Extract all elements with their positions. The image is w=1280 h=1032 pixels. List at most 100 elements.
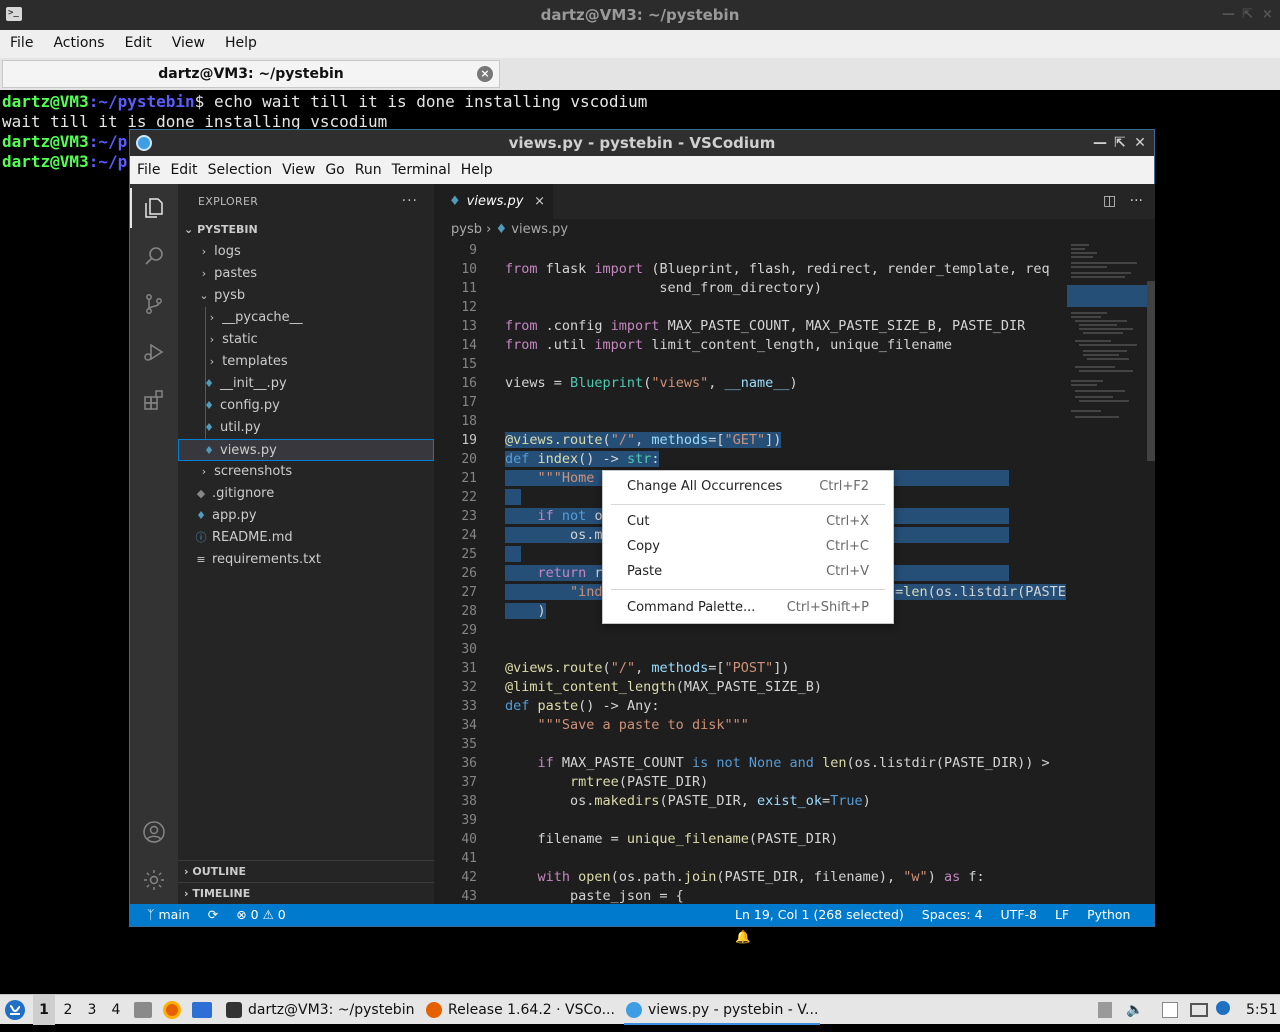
tree-folder-pysb[interactable]: ⌄ pysb xyxy=(178,285,434,307)
close-icon[interactable]: × xyxy=(1262,0,1273,30)
project-section[interactable]: ⌄ PYSTEBIN xyxy=(178,219,434,241)
outline-section[interactable]: › OUTLINE xyxy=(178,860,434,882)
explorer-icon[interactable] xyxy=(142,196,166,220)
line-number: 16 xyxy=(461,376,477,391)
terminal-menu-actions[interactable]: Actions xyxy=(43,30,114,56)
source-control-icon[interactable] xyxy=(142,292,166,316)
info-icon: ⓘ xyxy=(195,531,207,544)
taskbar-app-firefox[interactable]: Release 1.64.2 · VSCo... xyxy=(424,995,620,1025)
cursor-position[interactable]: Ln 19, Col 1 (268 selected) xyxy=(728,904,911,926)
ctx-cut[interactable]: Cut Ctrl+X xyxy=(603,509,893,534)
problems-status[interactable]: ⊗ 0 ⚠ 0 xyxy=(229,904,293,926)
line-number: 37 xyxy=(461,775,477,790)
taskbar: 1 2 3 4 dartz@VM3: ~/pystebin Release 1.… xyxy=(0,994,1280,1025)
menu-view[interactable]: View xyxy=(277,156,320,184)
tree-file-readme[interactable]: ⓘ README.md xyxy=(178,527,434,549)
ctx-command-palette[interactable]: Command Palette... Ctrl+Shift+P xyxy=(603,595,893,620)
split-editor-icon[interactable]: ◫ xyxy=(1103,193,1116,209)
menu-edit[interactable]: Edit xyxy=(165,156,202,184)
clock[interactable]: 5:51 xyxy=(1246,995,1277,1025)
line-number: 17 xyxy=(461,395,477,410)
menu-go[interactable]: Go xyxy=(320,156,349,184)
tree-folder-screenshots[interactable]: › screenshots xyxy=(178,461,434,483)
firefox-icon[interactable] xyxy=(163,995,183,1025)
menu-terminal[interactable]: Terminal xyxy=(387,156,456,184)
eol-status[interactable]: LF xyxy=(1048,904,1076,926)
tree-file-util[interactable]: ♦ util.py xyxy=(178,417,434,439)
terminal-menu-help[interactable]: Help xyxy=(215,30,267,56)
close-icon[interactable]: ✕ xyxy=(1130,130,1150,156)
tree-file-init[interactable]: ♦ __init__.py xyxy=(178,373,434,395)
account-icon[interactable] xyxy=(142,820,166,844)
tab-views-py[interactable]: ♦ views.py × xyxy=(435,184,553,219)
clipboard-icon[interactable] xyxy=(1098,995,1116,1025)
notification-icon[interactable] xyxy=(1216,995,1236,1025)
terminal-menu-file[interactable]: File xyxy=(0,30,43,56)
menu-help[interactable]: Help xyxy=(456,156,498,184)
tree-file-gitignore[interactable]: ◆ .gitignore xyxy=(178,483,434,505)
ctx-paste[interactable]: Paste Ctrl+V xyxy=(603,559,893,584)
language-status[interactable]: Python xyxy=(1080,904,1137,926)
terminal-titlebar: dartz@VM3: ~/pystebin — ⇱ × xyxy=(0,0,1280,30)
editor-scrollbar[interactable] xyxy=(1147,241,1155,904)
network-icon[interactable] xyxy=(1190,995,1212,1025)
tree-folder-logs[interactable]: › logs xyxy=(178,241,434,263)
search-icon[interactable] xyxy=(142,244,166,268)
tab-close-icon[interactable]: × xyxy=(534,184,545,219)
terminal-tab[interactable]: dartz@VM3: ~/pystebin × xyxy=(2,60,500,88)
workspace-1[interactable]: 1 xyxy=(33,995,55,1025)
desktop-icon[interactable] xyxy=(192,995,214,1025)
indentation-status[interactable]: Spaces: 4 xyxy=(915,904,990,926)
tree-file-config[interactable]: ♦ config.py xyxy=(178,395,434,417)
settings-gear-icon[interactable] xyxy=(142,868,166,892)
terminal-menu-edit[interactable]: Edit xyxy=(115,30,162,56)
notes-icon[interactable] xyxy=(1162,995,1182,1025)
branch-status[interactable]: ᛉ main xyxy=(140,904,197,926)
more-actions-icon[interactable]: ··· xyxy=(1130,193,1143,209)
editor-actions: ◫ ··· xyxy=(1103,184,1143,219)
breadcrumb-folder[interactable]: pysb xyxy=(451,222,482,237)
extensions-icon[interactable] xyxy=(142,388,166,412)
minimize-icon[interactable]: — xyxy=(1090,130,1110,156)
menu-selection[interactable]: Selection xyxy=(203,156,278,184)
tree-folder-pycache[interactable]: › __pycache__ xyxy=(178,307,434,329)
maximize-icon[interactable]: ⇱ xyxy=(1110,130,1130,156)
menu-run[interactable]: Run xyxy=(350,156,387,184)
taskbar-app-terminal[interactable]: dartz@VM3: ~/pystebin xyxy=(224,995,420,1025)
tree-folder-templates[interactable]: › templates xyxy=(178,351,434,373)
encoding-status[interactable]: UTF-8 xyxy=(994,904,1044,926)
timeline-section[interactable]: › TIMELINE xyxy=(178,882,434,904)
taskbar-app-vscodium[interactable]: views.py - pystebin - V... xyxy=(624,995,820,1025)
workspace-2[interactable]: 2 xyxy=(57,995,79,1025)
tab-close-icon[interactable]: × xyxy=(477,66,493,82)
notifications-bell-icon[interactable]: 🔔 xyxy=(728,926,758,948)
terminal-menu-view[interactable]: View xyxy=(162,30,215,56)
tree-file-views[interactable]: ♦ views.py xyxy=(178,439,434,461)
menu-file[interactable]: File xyxy=(132,156,165,184)
line-number: 29 xyxy=(461,623,477,638)
code-line: rmtree(PASTE_DIR) xyxy=(570,774,709,790)
maximize-icon[interactable]: ⇱ xyxy=(1242,0,1253,30)
file-manager-icon[interactable] xyxy=(134,995,154,1025)
sync-icon[interactable]: ⟳ xyxy=(201,904,225,926)
start-menu-icon[interactable] xyxy=(4,995,30,1025)
line-number: 19 xyxy=(461,433,477,448)
tree-file-app[interactable]: ♦ app.py xyxy=(178,505,434,527)
run-debug-icon[interactable] xyxy=(142,340,166,364)
breadcrumb-file[interactable]: views.py xyxy=(511,222,568,237)
tree-folder-pastes[interactable]: › pastes xyxy=(178,263,434,285)
code-line: @views.route("/", methods=["POST"]) xyxy=(505,660,790,676)
scrollbar-thumb[interactable] xyxy=(1147,281,1155,461)
minimap[interactable] xyxy=(1067,241,1147,904)
chevron-right-icon: › xyxy=(201,465,207,478)
minimize-icon[interactable]: — xyxy=(1222,0,1235,30)
volume-icon[interactable]: 🔈 xyxy=(1126,995,1146,1025)
ctx-change-all-occurrences[interactable]: Change All Occurrences Ctrl+F2 xyxy=(603,474,893,499)
tree-folder-static[interactable]: › static xyxy=(178,329,434,351)
workspace-3[interactable]: 3 xyxy=(81,995,103,1025)
more-actions-icon[interactable]: ··· xyxy=(402,184,418,219)
workspace-4[interactable]: 4 xyxy=(105,995,127,1025)
ctx-copy[interactable]: Copy Ctrl+C xyxy=(603,534,893,559)
tree-file-requirements[interactable]: ≡ requirements.txt xyxy=(178,549,434,571)
